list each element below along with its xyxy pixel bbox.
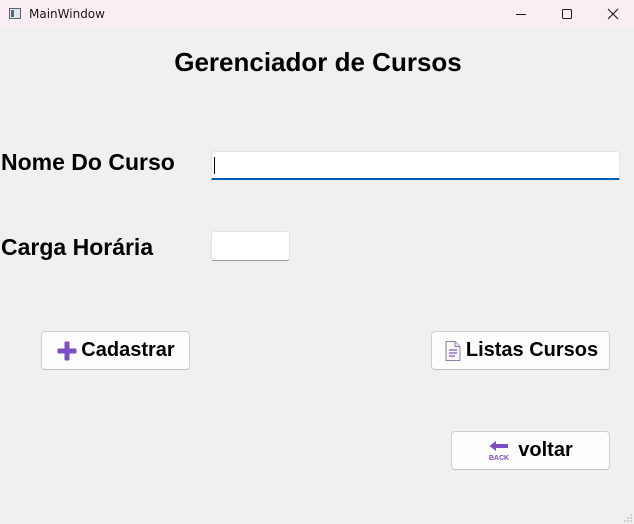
voltar-label: voltar — [518, 439, 573, 461]
page-title: Gerenciador de Cursos — [174, 47, 462, 77]
nome-curso-label: Nome Do Curso — [1, 149, 175, 175]
maximize-icon — [562, 9, 572, 19]
maximize-button[interactable] — [544, 0, 590, 29]
carga-horaria-input[interactable] — [211, 231, 290, 261]
listas-cursos-button[interactable]: Listas Cursos — [431, 331, 610, 370]
plus-icon — [56, 340, 78, 362]
cadastrar-label: Cadastrar — [81, 339, 175, 361]
app-icon — [9, 8, 21, 19]
nome-curso-input[interactable] — [211, 151, 620, 180]
back-icon-text: BACK — [489, 455, 509, 462]
document-icon — [443, 340, 463, 362]
minimize-button[interactable] — [498, 0, 544, 29]
window-title: MainWindow — [29, 7, 105, 21]
minimize-icon — [516, 14, 526, 15]
main-window: MainWindow Gerenciador de Cursos Nome Do… — [0, 0, 634, 524]
back-arrow-icon: BACK — [488, 440, 510, 462]
close-icon — [607, 8, 619, 20]
close-button[interactable] — [590, 0, 634, 29]
carga-horaria-label: Carga Horária — [1, 234, 154, 260]
listas-cursos-label: Listas Cursos — [465, 339, 599, 361]
title-bar[interactable]: MainWindow — [0, 0, 634, 29]
text-caret — [214, 157, 215, 174]
voltar-button[interactable]: BACK voltar — [451, 431, 610, 470]
resize-grip-icon[interactable] — [624, 514, 632, 522]
cadastrar-button[interactable]: Cadastrar — [41, 331, 190, 370]
